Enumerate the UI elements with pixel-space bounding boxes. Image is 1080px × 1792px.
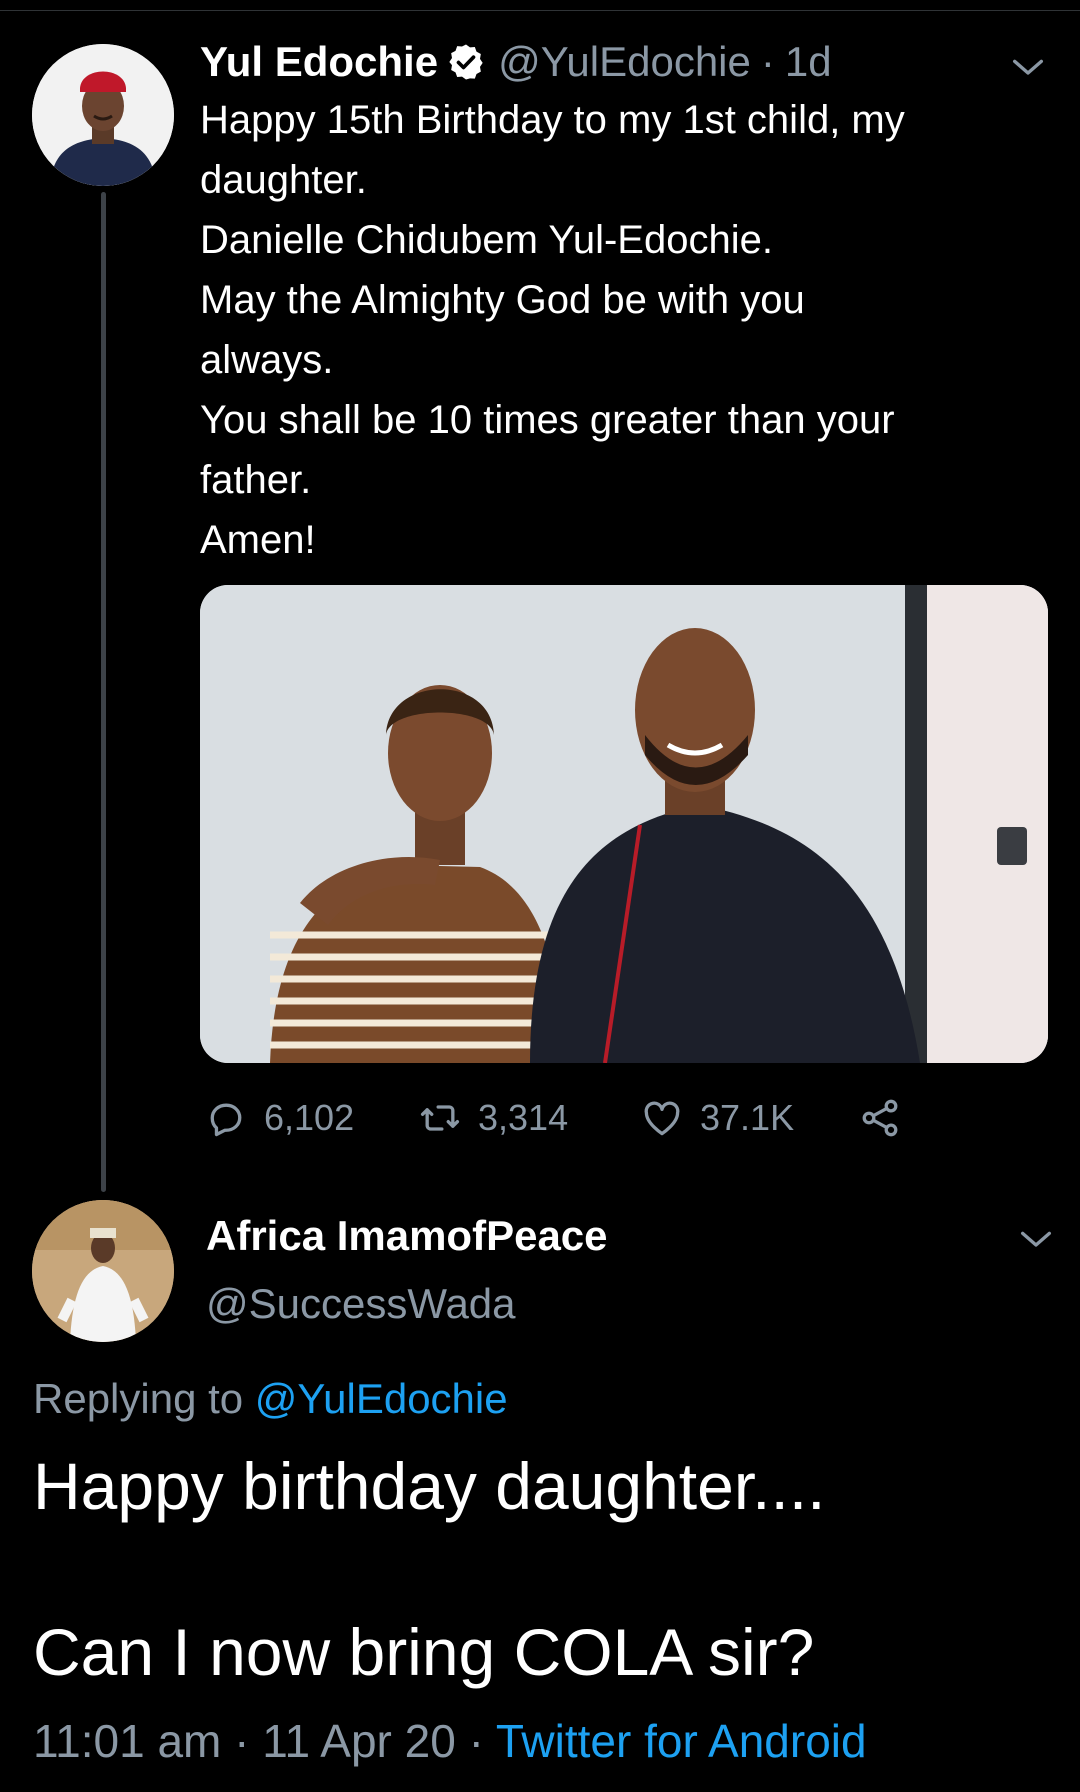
like-button[interactable]: 37.1K <box>640 1090 794 1146</box>
reply-time: 11:01 am <box>33 1715 222 1767</box>
tweet-text-line: You shall be 10 times greater than your <box>200 398 895 442</box>
tweet-text: Happy 15th Birthday to my 1st child, my … <box>200 90 1050 570</box>
retweet-button[interactable]: 3,314 <box>418 1090 568 1146</box>
reply-button[interactable]: 6,102 <box>204 1090 354 1146</box>
author-handle[interactable]: @YulEdochie <box>498 38 751 86</box>
reply-text-line: Happy birthday daughter.... <box>33 1449 826 1523</box>
reply-author-handle[interactable]: @SuccessWada <box>206 1280 516 1328</box>
tweet-text-line: Happy 15th Birthday to my 1st child, my <box>200 98 905 142</box>
header-separator: · <box>760 38 775 85</box>
photo-image <box>200 585 1048 1063</box>
tweet-text-line: Amen! <box>200 518 316 562</box>
author-avatar[interactable] <box>32 44 174 186</box>
reply-bubble-icon <box>210 1103 242 1137</box>
tweet-actions: 6,102 3,314 37.1K <box>200 1090 960 1146</box>
reply-text-line: Can I now bring COLA sir? <box>33 1615 815 1689</box>
chevron-down-icon[interactable] <box>1016 1220 1056 1260</box>
tweet-text-line: May the Almighty God be with you <box>200 278 805 322</box>
reply-count: 6,102 <box>264 1097 355 1138</box>
tweet-header: Yul Edochie @YulEdochie · 1d <box>200 34 832 90</box>
avatar-photo-icon <box>32 1200 174 1342</box>
replying-to-mention[interactable]: @YulEdochie <box>255 1375 508 1422</box>
share-button[interactable] <box>858 1090 918 1146</box>
like-count: 37.1K <box>700 1097 795 1138</box>
tweet-text-line: always. <box>200 338 334 382</box>
tweet-text-line: father. <box>200 458 312 502</box>
top-divider <box>0 0 1080 11</box>
reply-metadata: 11:01 am · 11 Apr 20 · Twitter for Andro… <box>33 1714 867 1768</box>
tweet-photo[interactable] <box>200 585 1048 1063</box>
meta-separator: · <box>468 1715 484 1767</box>
reply-author-name[interactable]: Africa ImamofPeace <box>206 1212 608 1260</box>
reply-author-avatar[interactable] <box>32 1200 174 1342</box>
reply-source-link[interactable]: Twitter for Android <box>496 1715 867 1767</box>
chevron-down-icon[interactable] <box>1008 48 1048 88</box>
replying-to-label: Replying to <box>33 1375 244 1422</box>
tweet-time[interactable]: 1d <box>785 38 832 86</box>
author-name[interactable]: Yul Edochie <box>200 38 438 86</box>
retweet-icon <box>420 1105 460 1131</box>
tweet-text-line: daughter. <box>200 158 367 202</box>
heart-icon <box>644 1101 680 1136</box>
reply-date: 11 Apr 20 <box>262 1715 456 1767</box>
share-icon <box>862 1099 898 1137</box>
avatar-photo-icon <box>32 44 174 186</box>
meta-separator: · <box>234 1715 250 1767</box>
retweet-count: 3,314 <box>478 1097 569 1138</box>
verified-badge-icon <box>449 44 483 80</box>
replying-to: Replying to @YulEdochie <box>33 1375 508 1423</box>
tweet-text-line: Danielle Chidubem Yul-Edochie. <box>200 218 773 262</box>
thread-connector-line <box>101 192 106 1192</box>
